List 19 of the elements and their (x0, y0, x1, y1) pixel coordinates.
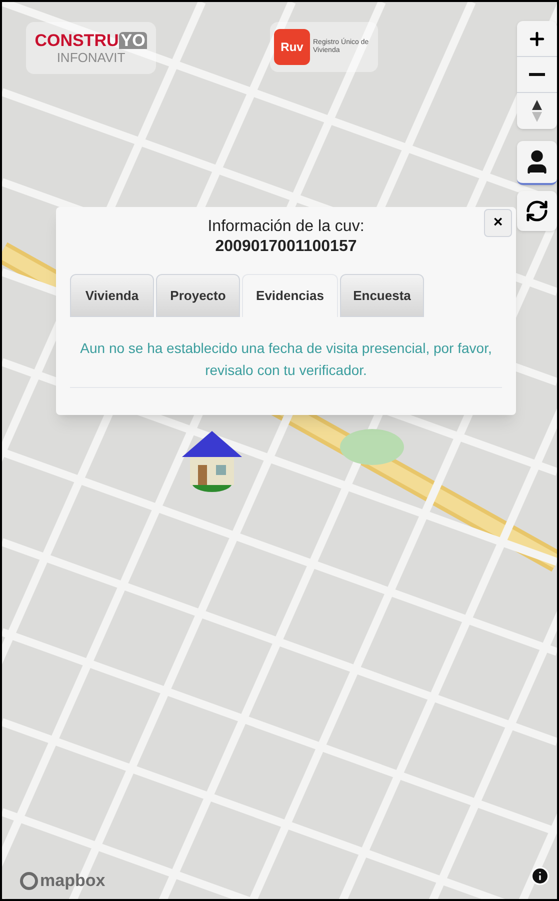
mapbox-wordmark: mapbox (40, 870, 106, 892)
cuv-number: 2009017001100157 (215, 237, 357, 257)
popup-title: Información de la cuv: (208, 217, 364, 237)
refresh-button[interactable] (517, 191, 557, 231)
refresh-icon (525, 199, 549, 223)
tab[interactable]: Evidencias (242, 274, 338, 317)
logo-highlight: YO (118, 32, 148, 49)
compass-icon (532, 100, 542, 122)
tab[interactable]: Encuesta (340, 274, 424, 317)
minus-icon (529, 73, 545, 76)
status-message: Aun no se ha establecido una fecha de visita presencial, por favor, revisalo con tu verificador. (70, 337, 502, 388)
logo-text: Ruv (274, 29, 310, 65)
logo-subtitle: INFONAVIT (56, 51, 126, 64)
close-button[interactable]: × (484, 209, 512, 237)
tab[interactable]: Vivienda (70, 274, 154, 317)
locate-user-button[interactable] (517, 141, 557, 185)
mapbox-logo-icon (20, 872, 38, 890)
logo-text: CONSTRU (34, 32, 119, 49)
tab[interactable]: Proyecto (156, 274, 240, 317)
